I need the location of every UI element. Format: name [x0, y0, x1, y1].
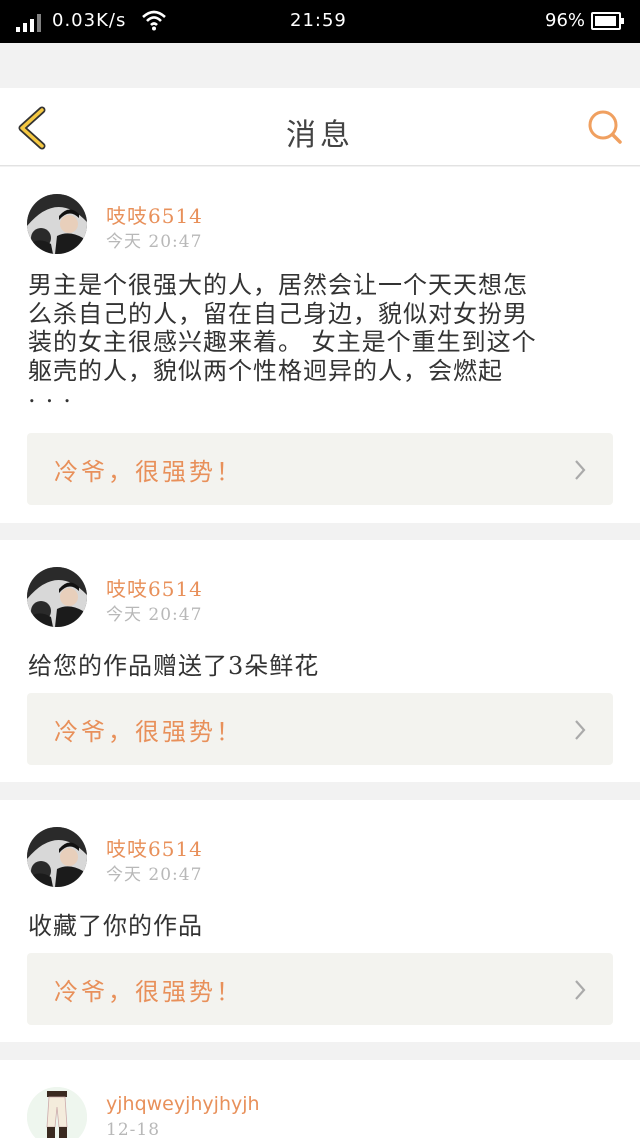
chevron-right-icon — [573, 459, 587, 485]
work-title: 冷爷，很强势！ — [54, 978, 243, 1006]
work-title: 冷爷，很强势！ — [54, 458, 243, 486]
chevron-right-icon — [573, 719, 587, 745]
user-avatar-image — [27, 1087, 87, 1138]
message-content: 男主是个很强大的人，居然会让一个天天想怎 么杀自己的人，留在自己身边，貌似对女扮… — [28, 271, 613, 408]
message-time: 今天 20:47 — [106, 605, 203, 625]
work-link[interactable]: 冷爷，很强势！ — [27, 433, 613, 505]
username[interactable]: 吱吱6514 — [106, 200, 203, 229]
message-content-line: 躯壳的人，貌似两个性格迥异的人，会燃起 — [28, 356, 503, 385]
message-card[interactable]: yjhqweyjhyjhyjh 12-18 — [0, 1060, 640, 1138]
work-link[interactable]: 冷爷，很强势！ — [27, 693, 613, 765]
page-title: 消息 — [286, 118, 354, 153]
avatar[interactable] — [27, 1087, 87, 1138]
signal-icon — [16, 12, 41, 32]
avatar[interactable] — [27, 194, 87, 254]
wifi-icon — [141, 9, 167, 36]
status-bar: 0.03K/s 21:59 96% — [0, 0, 640, 43]
user-avatar-image — [27, 194, 87, 254]
work-link[interactable]: 冷爷，很强势！ — [27, 953, 613, 1025]
message-content-line: ... — [28, 380, 81, 408]
user-avatar-image — [27, 567, 87, 627]
message-card[interactable]: 吱吱6514 今天 20:47 给您的作品赠送了3朵鲜花 冷爷，很强势！ — [0, 540, 640, 782]
avatar[interactable] — [27, 827, 87, 887]
username[interactable]: 吱吱6514 — [106, 833, 203, 862]
message-content: 收藏了你的作品 — [28, 912, 203, 940]
work-title: 冷爷，很强势！ — [54, 718, 243, 746]
message-content-line: 么杀自己的人，留在自己身边，貌似对女扮男 — [28, 299, 528, 328]
search-button[interactable] — [586, 108, 624, 150]
message-time: 12-18 — [106, 1120, 161, 1138]
message-content-line: 装的女主很感兴趣来着。 女主是个重生到这个 — [28, 328, 537, 356]
chevron-right-icon — [573, 979, 587, 1005]
message-content: 给您的作品赠送了3朵鲜花 — [28, 652, 320, 680]
network-speed: 0.03K/s — [52, 10, 127, 31]
user-avatar-image — [27, 827, 87, 887]
app-header: 消息 — [0, 88, 640, 166]
username[interactable]: yjhqweyjhyjhyjh — [106, 1093, 260, 1115]
message-content-line: 男主是个很强大的人，居然会让一个天天想怎 — [28, 271, 528, 299]
username[interactable]: 吱吱6514 — [106, 573, 203, 602]
battery-percent: 96% — [545, 10, 586, 31]
search-icon — [588, 110, 622, 144]
battery-icon — [591, 12, 624, 30]
status-time: 21:59 — [290, 10, 347, 31]
message-time: 今天 20:47 — [106, 865, 203, 885]
message-time: 今天 20:47 — [106, 232, 203, 252]
message-card[interactable]: 吱吱6514 今天 20:47 男主是个很强大的人，居然会让一个天天想怎 么杀自… — [0, 167, 640, 523]
avatar[interactable] — [27, 567, 87, 627]
message-card[interactable]: 吱吱6514 今天 20:47 收藏了你的作品 冷爷，很强势！ — [0, 800, 640, 1042]
